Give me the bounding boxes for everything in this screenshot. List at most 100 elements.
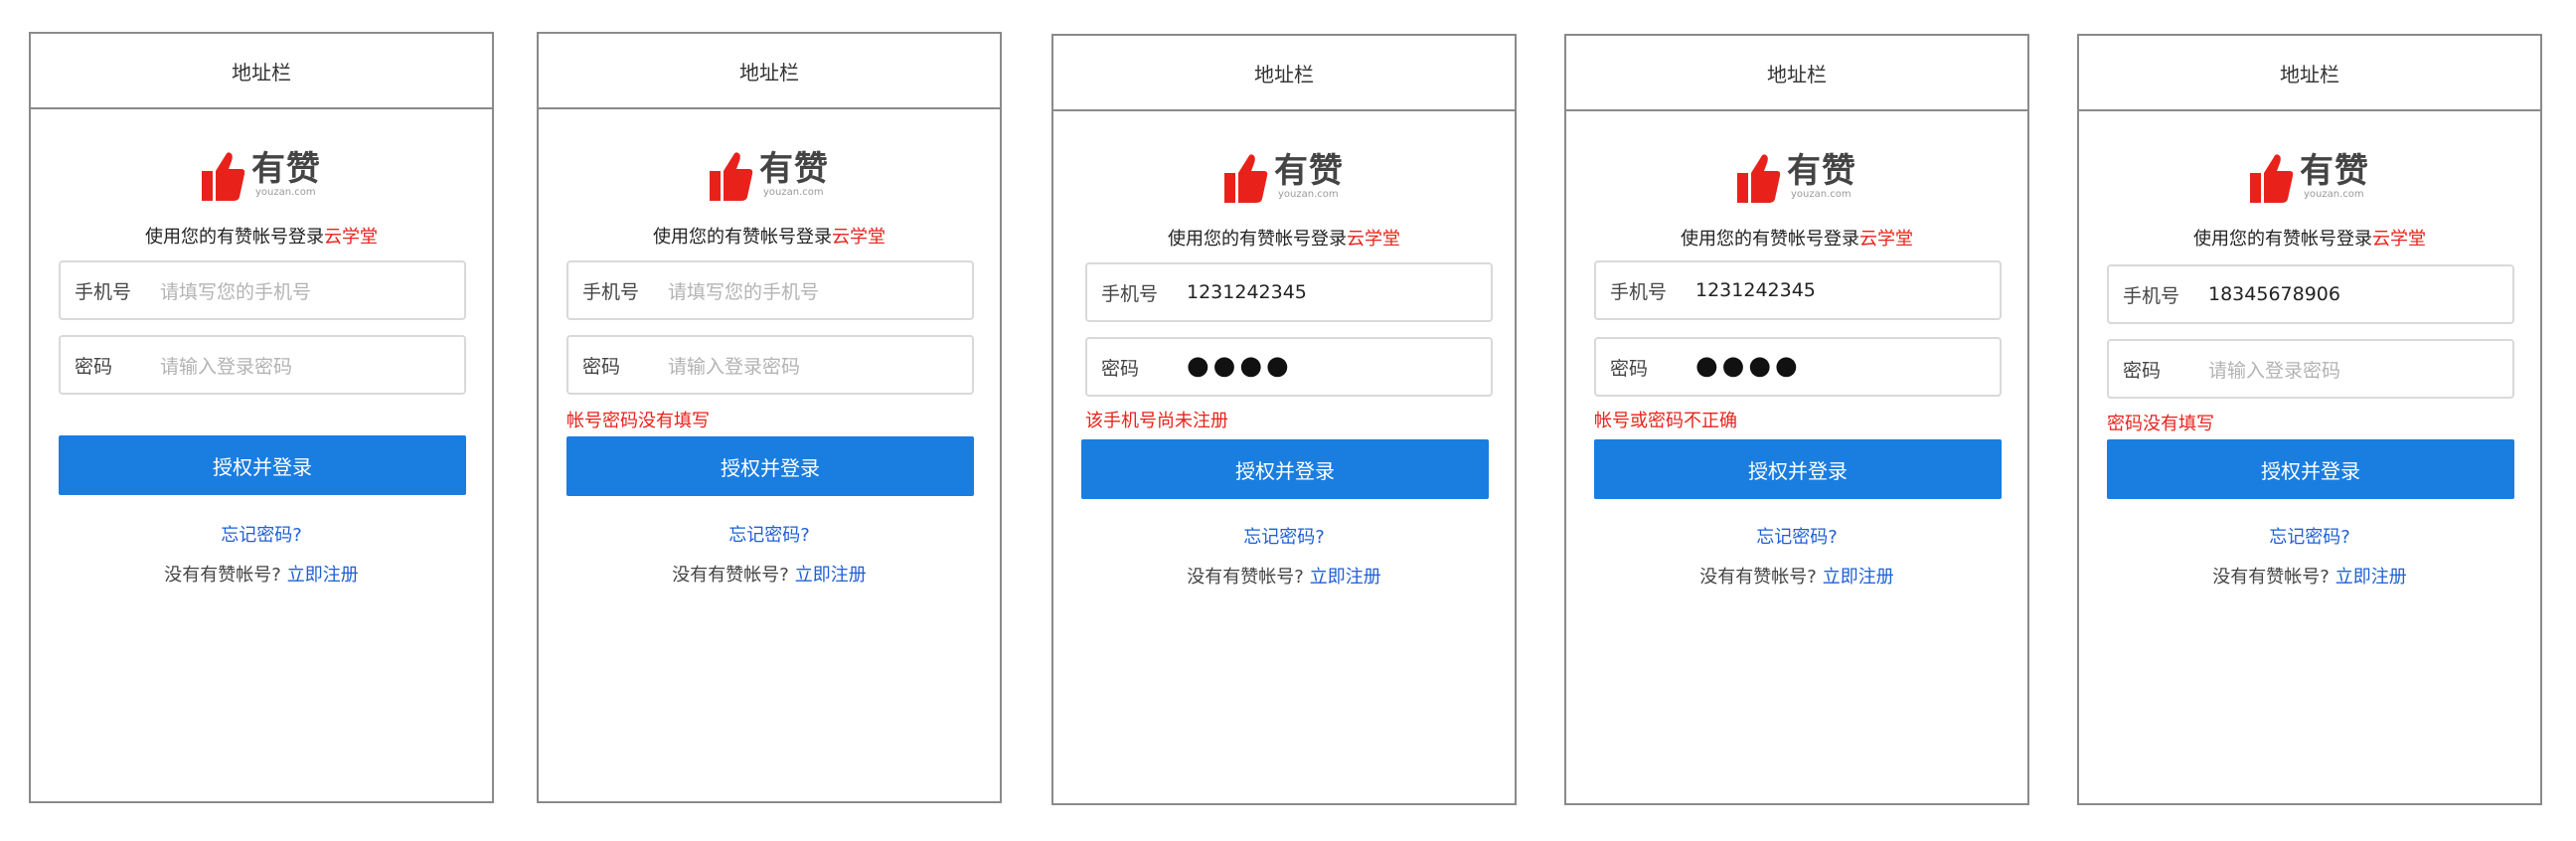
brand-name: 有赞: [1787, 151, 1856, 191]
forgot-row: 忘记密码?: [31, 521, 492, 547]
login-screen-missing-password: 地址栏 有赞 youzan.com 使用您的有赞帐号登录云学堂 手机号 1834…: [2077, 34, 2542, 805]
authorize-login-button[interactable]: 授权并登录: [59, 435, 466, 495]
address-bar[interactable]: 地址栏: [1566, 36, 2027, 111]
register-prompt: 没有有赞帐号?: [2212, 567, 2330, 588]
address-bar[interactable]: 地址栏: [1053, 36, 1515, 111]
phone-field[interactable]: 手机号 18345678906: [2107, 264, 2514, 324]
phone-input[interactable]: 1231242345: [1695, 279, 1816, 301]
brand-name: 有赞: [2300, 151, 2369, 191]
brand-logo: 有赞 youzan.com: [539, 151, 1000, 205]
error-message: 帐号密码没有填写: [566, 411, 710, 431]
brand-logo: 有赞 youzan.com: [1566, 153, 2027, 207]
login-tagline: 使用您的有赞帐号登录云学堂: [539, 223, 1000, 249]
login-screen-empty: 地址栏 有赞 youzan.com 使用您的有赞帐号登录云学堂 手机号 请填写您…: [29, 32, 494, 803]
login-screen-wrong-credentials: 地址栏 有赞 youzan.com 使用您的有赞帐号登录云学堂 手机号 1231…: [1564, 34, 2029, 805]
brand-name: 有赞: [251, 149, 321, 189]
tagline-brand: 云学堂: [2372, 229, 2426, 250]
thumbs-up-icon: [1737, 154, 1781, 203]
phone-label: 手机号: [1610, 280, 1668, 303]
forgot-password-link[interactable]: 忘记密码?: [728, 525, 810, 546]
brand-domain: youzan.com: [255, 187, 316, 198]
phone-label: 手机号: [582, 280, 640, 303]
brand-domain: youzan.com: [1278, 189, 1339, 200]
tagline-text: 使用您的有赞帐号登录: [653, 227, 832, 248]
authorize-login-button[interactable]: 授权并登录: [1081, 439, 1489, 499]
authorize-login-button[interactable]: 授权并登录: [2107, 439, 2514, 499]
phone-field[interactable]: 手机号 请填写您的手机号: [566, 260, 974, 320]
thumbs-up-icon: [1224, 154, 1268, 203]
phone-input[interactable]: 18345678906: [2208, 283, 2340, 305]
address-bar[interactable]: 地址栏: [2079, 36, 2540, 111]
forgot-password-link[interactable]: 忘记密码?: [221, 525, 302, 546]
error-message: 该手机号尚未注册: [1085, 411, 1228, 431]
authorize-login-button[interactable]: 授权并登录: [566, 436, 974, 496]
brand-name: 有赞: [1274, 151, 1344, 191]
password-input[interactable]: 请输入登录密码: [160, 352, 292, 379]
address-bar[interactable]: 地址栏: [31, 34, 492, 109]
register-prompt: 没有有赞帐号?: [672, 565, 789, 586]
login-screen-missing-credentials: 地址栏 有赞 youzan.com 使用您的有赞帐号登录云学堂 手机号 请填写您…: [537, 32, 1002, 803]
register-link[interactable]: 立即注册: [1823, 567, 1894, 588]
phone-label: 手机号: [75, 280, 132, 303]
address-bar[interactable]: 地址栏: [539, 34, 1000, 109]
register-link[interactable]: 立即注册: [1310, 567, 1381, 588]
register-prompt: 没有有赞帐号?: [164, 565, 281, 586]
error-message: 密码没有填写: [2107, 414, 2214, 434]
password-input[interactable]: ●●●●: [1695, 351, 1802, 381]
brand-logo: 有赞 youzan.com: [31, 151, 492, 205]
password-field[interactable]: 密码 请输入登录密码: [59, 335, 466, 395]
tagline-brand: 云学堂: [1859, 229, 1913, 250]
phone-input[interactable]: 请填写您的手机号: [668, 277, 819, 304]
phone-field[interactable]: 手机号 请填写您的手机号: [59, 260, 466, 320]
password-input[interactable]: 请输入登录密码: [2208, 356, 2340, 383]
password-field[interactable]: 密码 ●●●●: [1594, 337, 2002, 397]
register-link[interactable]: 立即注册: [795, 565, 867, 586]
phone-input[interactable]: 1231242345: [1187, 281, 1307, 303]
register-row: 没有有赞帐号? 立即注册: [539, 561, 1000, 587]
password-field[interactable]: 密码 请输入登录密码: [2107, 339, 2514, 399]
brand-name: 有赞: [759, 149, 829, 189]
password-field[interactable]: 密码 请输入登录密码: [566, 335, 974, 395]
phone-label: 手机号: [2123, 284, 2180, 307]
brand-domain: youzan.com: [2304, 189, 2364, 200]
thumbs-up-icon: [710, 152, 753, 201]
register-row: 没有有赞帐号? 立即注册: [31, 561, 492, 587]
forgot-row: 忘记密码?: [1566, 523, 2027, 549]
phone-field[interactable]: 手机号 1231242345: [1085, 262, 1493, 322]
register-prompt: 没有有赞帐号?: [1699, 567, 1817, 588]
forgot-password-link[interactable]: 忘记密码?: [1756, 527, 1838, 548]
tagline-text: 使用您的有赞帐号登录: [1681, 229, 1859, 250]
error-message: 帐号或密码不正确: [1594, 411, 1737, 431]
forgot-password-link[interactable]: 忘记密码?: [1243, 527, 1325, 548]
password-field[interactable]: 密码 ●●●●: [1085, 337, 1493, 397]
register-row: 没有有赞帐号? 立即注册: [1053, 563, 1515, 589]
register-row: 没有有赞帐号? 立即注册: [2079, 563, 2540, 589]
brand-domain: youzan.com: [763, 187, 824, 198]
phone-label: 手机号: [1101, 282, 1159, 305]
brand-logo: 有赞 youzan.com: [2079, 153, 2540, 207]
tagline-text: 使用您的有赞帐号登录: [2193, 229, 2372, 250]
password-label: 密码: [2123, 359, 2162, 382]
brand-logo: 有赞 youzan.com: [1053, 153, 1515, 207]
authorize-login-button[interactable]: 授权并登录: [1594, 439, 2002, 499]
brand-domain: youzan.com: [1791, 189, 1852, 200]
phone-field[interactable]: 手机号 1231242345: [1594, 260, 2002, 320]
login-screen-unregistered-phone: 地址栏 有赞 youzan.com 使用您的有赞帐号登录云学堂 手机号 1231…: [1051, 34, 1517, 805]
password-label: 密码: [1610, 357, 1649, 380]
login-tagline: 使用您的有赞帐号登录云学堂: [2079, 225, 2540, 251]
register-link[interactable]: 立即注册: [287, 565, 359, 586]
password-input[interactable]: 请输入登录密码: [668, 352, 800, 379]
thumbs-up-icon: [2250, 154, 2294, 203]
login-tagline: 使用您的有赞帐号登录云学堂: [1053, 225, 1515, 251]
phone-input[interactable]: 请填写您的手机号: [160, 277, 311, 304]
password-label: 密码: [1101, 357, 1140, 380]
password-input[interactable]: ●●●●: [1187, 351, 1293, 381]
forgot-password-link[interactable]: 忘记密码?: [2269, 527, 2350, 548]
register-prompt: 没有有赞帐号?: [1187, 567, 1304, 588]
password-label: 密码: [582, 355, 621, 378]
login-tagline: 使用您的有赞帐号登录云学堂: [1566, 225, 2027, 251]
password-label: 密码: [75, 355, 113, 378]
tagline-brand: 云学堂: [1347, 229, 1400, 250]
tagline-brand: 云学堂: [832, 227, 886, 248]
register-link[interactable]: 立即注册: [2335, 567, 2407, 588]
